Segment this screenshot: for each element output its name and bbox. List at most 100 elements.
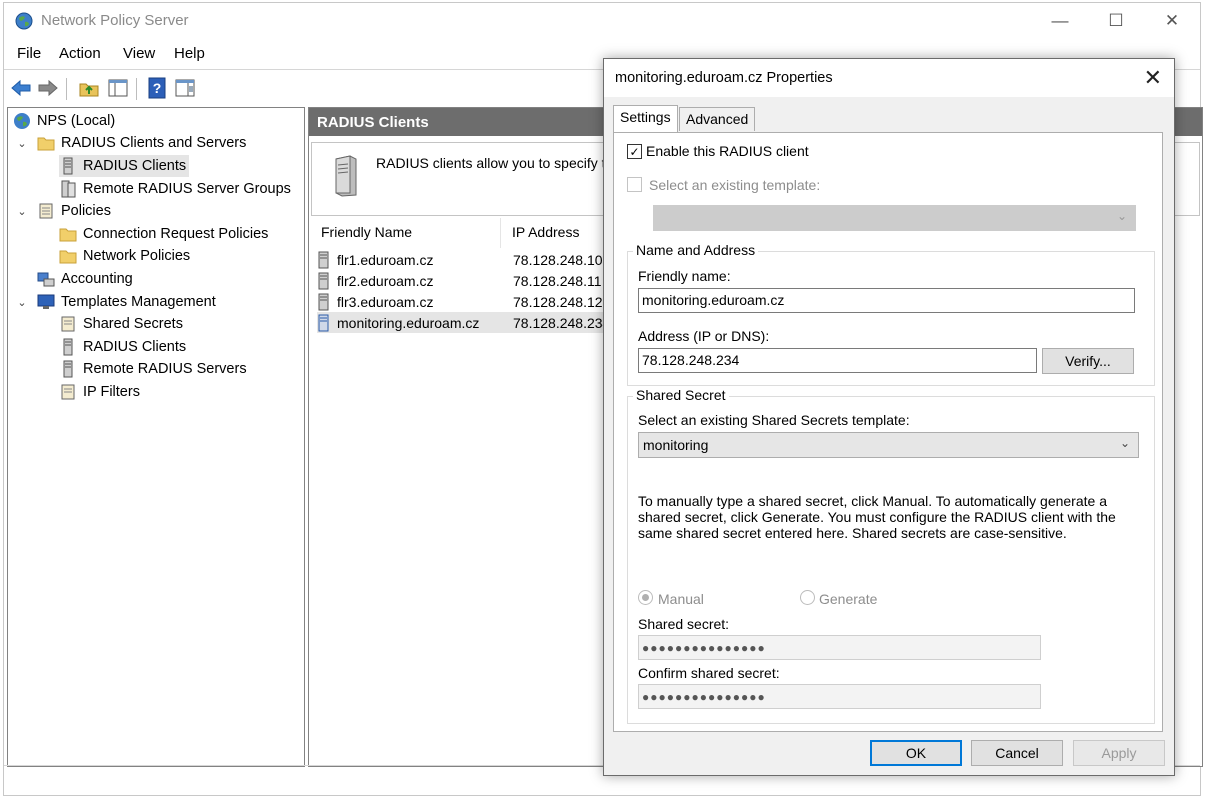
maximize-button[interactable]: ☐	[1088, 3, 1144, 39]
help-icon[interactable]: ?	[146, 77, 168, 99]
up-folder-icon[interactable]	[78, 77, 100, 99]
address-input[interactable]: 78.128.248.234	[638, 348, 1037, 373]
folder-icon	[59, 228, 77, 242]
table-row[interactable]: flr2.eduroam.cz 78.128.248.11	[317, 270, 617, 291]
tree-item-label: Network Policies	[83, 248, 191, 264]
policy-scroll-icon	[39, 203, 53, 219]
apply-button[interactable]: Apply	[1073, 740, 1165, 766]
select-template-label: Select an existing template:	[649, 177, 821, 193]
name-and-address-group: Name and Address Friendly name: monitori…	[627, 242, 1155, 386]
window-title: Network Policy Server	[41, 12, 189, 29]
scroll-icon	[61, 316, 75, 332]
table-row-selected[interactable]: monitoring.eduroam.cz 78.128.248.234	[317, 312, 617, 333]
svg-text:?: ?	[153, 80, 162, 96]
close-button[interactable]: ✕	[1144, 3, 1200, 39]
select-template-checkbox[interactable]	[627, 177, 642, 192]
shared-secret-input[interactable]: ●●●●●●●●●●●●●●●	[638, 635, 1041, 660]
tree-item-policies[interactable]: Policies	[37, 200, 111, 222]
generate-label: Generate	[819, 591, 878, 607]
tree-item-ip-filters[interactable]: IP Filters	[59, 381, 140, 403]
accounting-icon	[37, 272, 55, 287]
shared-secret-label: Shared secret:	[638, 616, 730, 632]
column-header-ip-address[interactable]: IP Address	[502, 218, 612, 248]
tree-item-template-radius-clients[interactable]: RADIUS Clients	[59, 336, 186, 358]
tree-item-network-policies[interactable]: Network Policies	[59, 245, 190, 267]
enable-client-label: Enable this RADIUS client	[646, 143, 809, 159]
tree-item-label: Policies	[61, 203, 111, 219]
row-ip: 78.128.248.11	[513, 272, 602, 289]
tree-item-nps-local[interactable]: NPS (Local)	[13, 110, 115, 132]
table-row[interactable]: flr1.eduroam.cz 78.128.248.10	[317, 249, 617, 270]
server-icon	[63, 157, 73, 175]
row-name: flr2.eduroam.cz	[337, 272, 434, 289]
friendly-name-label: Friendly name:	[638, 268, 731, 284]
confirm-secret-label: Confirm shared secret:	[638, 665, 780, 681]
verify-button[interactable]: Verify...	[1042, 348, 1134, 374]
manual-label: Manual	[658, 591, 704, 607]
server-icon	[318, 251, 329, 268]
menu-help[interactable]: Help	[174, 45, 205, 62]
forward-icon[interactable]	[37, 77, 59, 99]
toolbar-separator	[66, 78, 67, 100]
server-tower-icon	[335, 155, 357, 197]
server-icon	[318, 293, 329, 310]
row-ip: 78.128.248.10	[513, 251, 603, 268]
scroll-icon	[61, 384, 75, 400]
row-ip: 78.128.248.12	[513, 293, 603, 310]
chevron-down-icon[interactable]: ⌄	[16, 296, 28, 309]
show-hide-tree-icon[interactable]	[107, 77, 129, 99]
template-select[interactable]: ⌄	[653, 205, 1136, 231]
friendly-name-input[interactable]: monitoring.eduroam.cz	[638, 288, 1135, 313]
menu-action[interactable]: Action	[59, 45, 101, 62]
tree-item-label: NPS (Local)	[37, 113, 116, 129]
tree-item-label: Remote RADIUS Server Groups	[83, 181, 291, 197]
server-icon	[318, 272, 329, 289]
toolbar-separator	[136, 78, 137, 100]
shared-secret-group: Shared Secret Select an existing Shared …	[627, 387, 1155, 724]
ss-template-select[interactable]: monitoring ⌄	[638, 432, 1139, 458]
title-bar: Network Policy Server — ☐ ✕	[4, 3, 1200, 39]
properties-icon[interactable]	[174, 77, 196, 99]
settings-panel: ✓ Enable this RADIUS client Select an ex…	[613, 132, 1163, 732]
minimize-button[interactable]: —	[1032, 3, 1088, 39]
folder-icon	[59, 250, 77, 264]
tree-item-templates-management[interactable]: Templates Management	[37, 291, 216, 313]
tree-item-remote-radius-server-groups[interactable]: Remote RADIUS Server Groups	[59, 178, 291, 200]
tree-item-connection-request-policies[interactable]: Connection Request Policies	[59, 223, 268, 245]
ss-template-value: monitoring	[643, 437, 709, 453]
tree-item-radius-clients[interactable]: RADIUS Clients	[59, 155, 190, 177]
row-name: flr3.eduroam.cz	[337, 293, 434, 310]
tree-item-radius-clients-and-servers[interactable]: RADIUS Clients and Servers	[37, 132, 246, 154]
manual-radio[interactable]	[638, 590, 653, 605]
cancel-button[interactable]: Cancel	[971, 740, 1063, 766]
chevron-down-icon[interactable]: ⌄	[16, 205, 28, 218]
row-name: flr1.eduroam.cz	[337, 251, 434, 268]
folder-icon	[37, 137, 55, 151]
menu-view[interactable]: View	[123, 45, 155, 62]
confirm-secret-input[interactable]: ●●●●●●●●●●●●●●●	[638, 684, 1041, 709]
tab-settings[interactable]: Settings	[613, 105, 678, 133]
dialog-close-icon[interactable]: ✕	[1144, 65, 1162, 91]
tree-item-label: Remote RADIUS Servers	[83, 361, 247, 377]
instructions-text: To manually type a shared secret, click …	[638, 493, 1116, 541]
row-ip: 78.128.248.234	[513, 314, 611, 331]
server-icon	[318, 314, 329, 331]
server-icon	[63, 360, 73, 378]
properties-dialog: monitoring.eduroam.cz Properties ✕ Setti…	[603, 58, 1175, 776]
group-title: Shared Secret	[633, 387, 729, 403]
tree-item-accounting[interactable]: Accounting	[37, 268, 133, 290]
monitor-icon	[37, 294, 55, 309]
tree-item-remote-radius-servers[interactable]: Remote RADIUS Servers	[59, 358, 247, 380]
tree-item-shared-secrets[interactable]: Shared Secrets	[59, 313, 183, 335]
row-name: monitoring.eduroam.cz	[337, 314, 480, 331]
back-icon[interactable]	[10, 77, 32, 99]
table-row[interactable]: flr3.eduroam.cz 78.128.248.12	[317, 291, 617, 312]
chevron-down-icon[interactable]: ⌄	[16, 137, 28, 150]
column-header-friendly-name[interactable]: Friendly Name	[311, 218, 501, 248]
tab-advanced[interactable]: Advanced	[679, 107, 756, 131]
tree-item-label: RADIUS Clients	[83, 339, 187, 355]
menu-file[interactable]: File	[17, 45, 41, 62]
enable-client-checkbox[interactable]: ✓	[627, 144, 642, 159]
ok-button[interactable]: OK	[870, 740, 962, 766]
generate-radio[interactable]	[800, 590, 815, 605]
